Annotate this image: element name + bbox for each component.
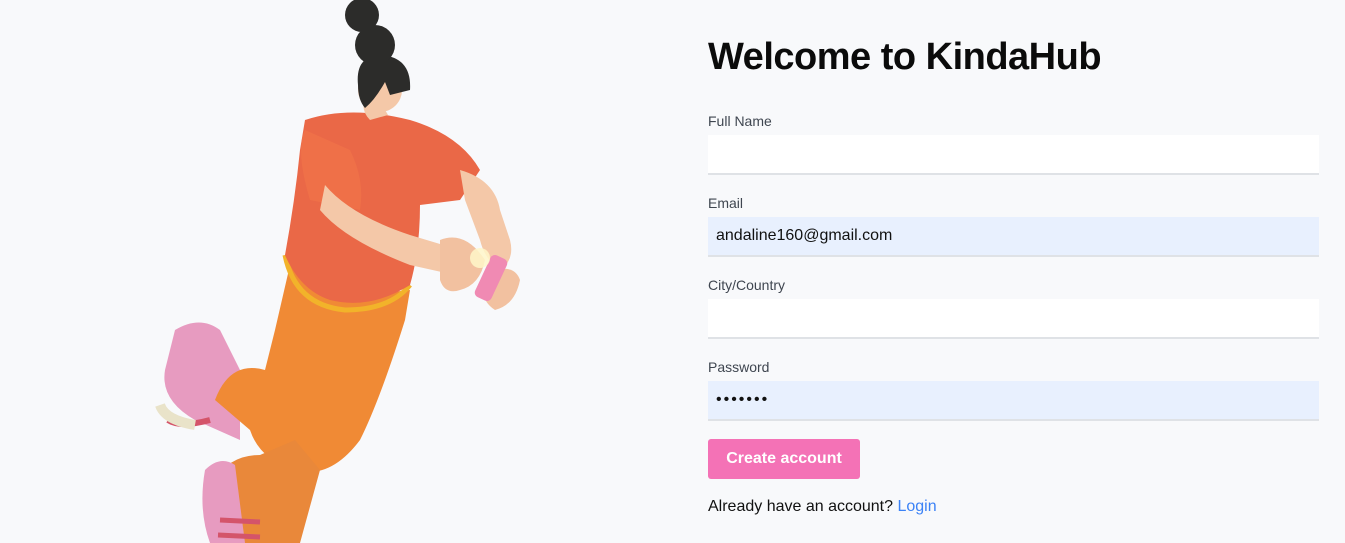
login-prompt-text: Already have an account? [708,498,894,515]
login-prompt: Already have an account? Login [708,498,937,516]
email-label: Email [708,195,744,211]
person-with-phone-illustration [155,0,520,543]
email-input[interactable] [708,217,1319,257]
password-label: Password [708,359,770,375]
create-account-button[interactable]: Create account [708,439,860,479]
city-country-label: City/Country [708,277,786,293]
full-name-label: Full Name [708,113,772,129]
page-title: Welcome to KindaHub [708,36,1102,78]
login-link[interactable]: Login [897,498,936,515]
password-input[interactable] [708,381,1319,421]
city-country-input[interactable] [708,299,1319,339]
full-name-input[interactable] [708,135,1319,175]
